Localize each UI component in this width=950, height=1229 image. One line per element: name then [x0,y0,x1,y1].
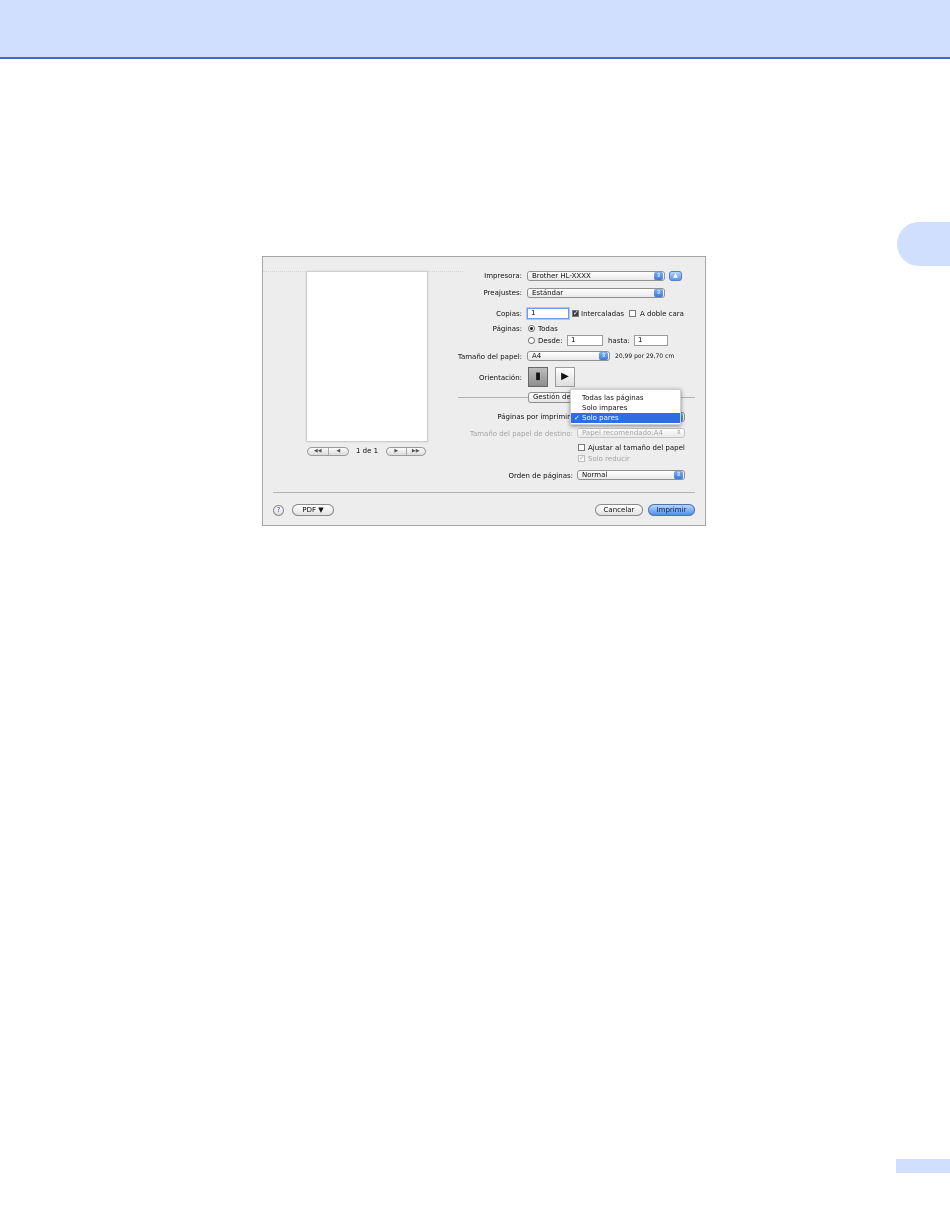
scale-down-only-label: Solo reducir [588,455,630,463]
page-order-popup[interactable]: Normal ⇕ [577,470,685,480]
collated-checkbox[interactable]: ✓ [572,310,579,317]
popup-arrows-icon: ⇕ [654,272,663,280]
destination-paper-popup: Papel recomendado:A4 ⇕ [577,428,685,438]
page-order-label: Orden de páginas: [508,472,573,480]
dialog-title-strip [263,257,463,272]
printer-value: Brother HL-XXXX [532,272,591,280]
pages-label: Páginas: [492,325,522,333]
page-preview [306,271,428,442]
orientation-label: Orientación: [479,374,522,382]
separator-right [681,397,695,398]
paper-size-popup[interactable]: A4 ⇕ [527,351,610,361]
print-dialog: ◀◀ ◀ 1 de 1 ▶ ▶▶ Impresora: Brother HL-X… [262,256,706,526]
first-page-icon[interactable]: ◀◀ [308,448,328,455]
check-icon: ✓ [574,414,580,422]
popup-arrows-icon: ⇕ [674,471,683,479]
pages-all-label: Todas [538,325,558,333]
collated-label: Intercaladas [581,310,625,318]
duplex-checkbox[interactable] [629,310,636,317]
destination-paper-value: Papel recomendado:A4 [582,429,663,437]
print-button[interactable]: Imprimir [648,504,695,516]
scale-to-fit-checkbox[interactable] [578,444,585,451]
chapter-tab [897,222,950,266]
popup-arrows-icon: ⇕ [675,429,682,436]
scale-to-fit-label: Ajustar al tamaño del papel [588,444,685,452]
footer-separator [273,492,695,493]
pages-range-radio[interactable] [528,337,535,344]
last-page-icon[interactable]: ▶▶ [405,448,426,455]
printer-label: Impresora: [484,272,522,280]
paper-size-label: Tamaño del papel: [457,353,522,361]
pages-from-input[interactable]: 1 [567,335,603,346]
paper-size-value: A4 [532,352,542,360]
presets-value: Estándar [532,289,564,297]
pages-to-label: hasta: [608,337,630,345]
scale-down-only-checkbox: ✓ [578,454,585,462]
copies-input[interactable]: 1 [527,308,569,319]
preview-forward-buttons[interactable]: ▶ ▶▶ [386,447,426,456]
pages-to-print-label: Páginas por imprimir [497,413,570,421]
pages-all-radio[interactable] [528,325,535,332]
popup-arrows-icon: ⇕ [654,289,663,297]
preview-back-buttons[interactable]: ◀◀ ◀ [307,447,349,456]
cancel-button[interactable]: Cancelar [595,504,643,516]
destination-paper-label: Tamaño del papel de destino: [469,430,573,438]
popup-arrows-icon: ⇕ [599,352,608,360]
pdf-menu-button[interactable]: PDF ▼ [292,504,334,516]
page-order-value: Normal [582,471,608,479]
presets-label: Preajustes: [483,289,522,297]
header-banner [0,0,950,59]
presets-popup[interactable]: Estándar ⇕ [527,288,665,298]
page-number-tab [896,1159,950,1173]
pages-to-input[interactable]: 1 [634,335,668,346]
paper-dimensions: 20,99 por 29,70 cm [615,353,675,360]
pages-from-label: Desde: [538,337,563,345]
menu-item-odd-pages[interactable]: Solo impares [571,403,680,413]
pages-to-print-menu: Todas las páginas Solo impares ✓ Solo par… [570,389,681,425]
copies-label: Copias: [496,310,522,318]
separator-left [458,397,528,398]
next-page-icon[interactable]: ▶ [387,448,406,455]
duplex-label: A doble cara [640,310,684,318]
disclosure-up-icon[interactable]: ▲ [669,271,682,281]
previous-page-icon[interactable]: ◀ [327,448,349,455]
help-icon[interactable]: ? [273,505,284,516]
menu-item-all-pages[interactable]: Todas las páginas [571,393,680,403]
landscape-orientation-icon[interactable]: ▶ [555,367,575,387]
preview-page-indicator: 1 de 1 [356,447,379,455]
printer-popup[interactable]: Brother HL-XXXX ⇕ [527,271,665,281]
portrait-orientation-icon[interactable]: ▮ [528,367,548,387]
menu-item-even-pages[interactable]: ✓ Solo pares [571,413,680,423]
